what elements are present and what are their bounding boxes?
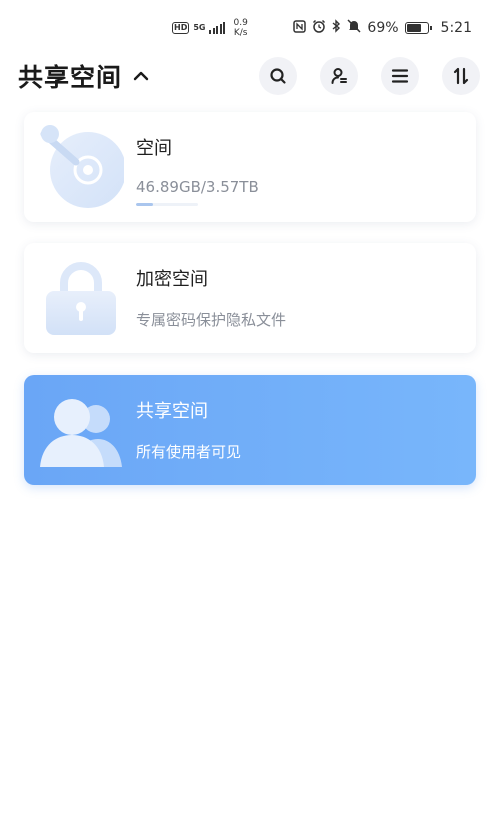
sort-icon — [453, 67, 469, 85]
title-dropdown[interactable]: 共享空间 — [18, 58, 150, 94]
card-space[interactable]: 空间 46.89GB/3.57TB — [24, 112, 476, 222]
network-type: 5G — [193, 23, 206, 32]
card-shared-space[interactable]: 共享空间 所有使用者可见 — [24, 375, 476, 485]
mute-icon — [347, 19, 361, 37]
nfc-icon — [293, 19, 307, 37]
card-title: 空间 — [136, 138, 172, 159]
menu-button[interactable] — [381, 57, 419, 95]
storage-progress-fill — [136, 203, 154, 206]
search-button[interactable] — [259, 57, 297, 95]
sort-button[interactable] — [442, 57, 480, 95]
battery-percent: 69% — [367, 20, 399, 36]
user-manage-button[interactable] — [320, 57, 358, 95]
header: 共享空间 — [0, 57, 500, 98]
hd-icon: HD — [172, 22, 190, 34]
card-description: 专属密码保护隐私文件 — [136, 311, 287, 329]
card-title: 加密空间 — [136, 269, 208, 290]
disc-icon — [40, 125, 124, 208]
users-icon — [40, 399, 122, 467]
status-bar-left: HD 5G 0.9 K/s — [172, 18, 248, 38]
card-title: 共享空间 — [136, 401, 208, 422]
network-speed: 0.9 K/s — [233, 18, 247, 38]
storage-usage: 46.89GB/3.57TB — [136, 178, 259, 196]
bluetooth-icon — [332, 19, 341, 37]
lock-icon — [46, 262, 116, 335]
clock: 5:21 — [440, 20, 472, 36]
card-encrypted-space[interactable]: 加密空间 专属密码保护隐私文件 — [24, 243, 476, 353]
alarm-icon — [312, 19, 326, 37]
battery-icon — [404, 22, 432, 34]
card-description: 所有使用者可见 — [136, 443, 242, 461]
signal-icon — [209, 22, 226, 34]
status-bar-right: 69% 5:21 — [293, 19, 472, 37]
menu-icon — [391, 69, 409, 83]
user-manage-icon — [331, 68, 347, 84]
storage-progress-bar — [136, 203, 198, 206]
status-bar: HD 5G 0.9 K/s 69% 5:21 — [0, 0, 500, 58]
page-title: 共享空间 — [18, 63, 123, 92]
speed-unit: K/s — [233, 28, 248, 38]
search-icon — [270, 68, 286, 84]
speed-value: 0.9 — [233, 18, 248, 28]
chevron-up-icon — [133, 71, 149, 81]
